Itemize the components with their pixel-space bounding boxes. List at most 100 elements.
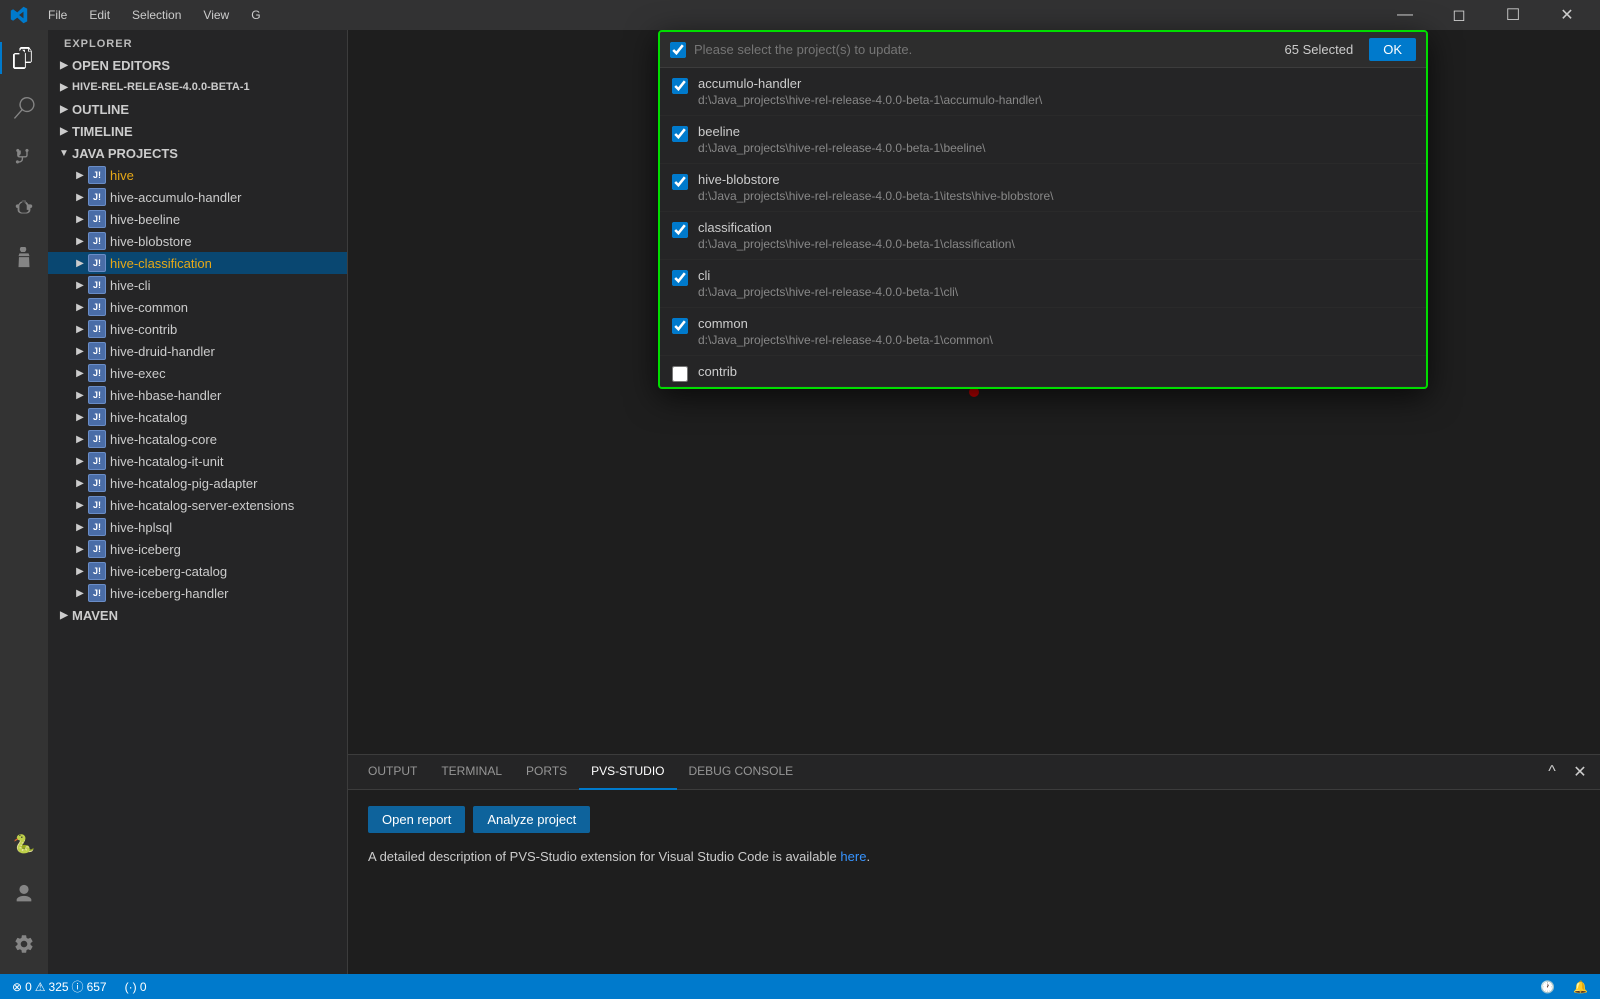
status-clock[interactable]: 🕐 bbox=[1536, 974, 1559, 999]
description-suffix: . bbox=[866, 849, 870, 864]
timeline-section[interactable]: ▶ TIMELINE bbox=[48, 120, 347, 142]
select-all-checkbox[interactable] bbox=[670, 42, 686, 58]
tab-terminal[interactable]: TERMINAL bbox=[429, 755, 514, 790]
dialog-item-classification[interactable]: classification d:\Java_projects\hive-rel… bbox=[660, 212, 1426, 260]
debug-activity-icon[interactable] bbox=[0, 184, 48, 232]
hcatalog-label: hive-hcatalog bbox=[110, 410, 339, 425]
error-icon: ⊗ bbox=[12, 980, 22, 994]
menu-edit[interactable]: Edit bbox=[81, 6, 118, 24]
open-report-button[interactable]: Open report bbox=[368, 806, 465, 833]
tab-ports[interactable]: PORTS bbox=[514, 755, 579, 790]
project-hive-hcatalog-pig-adapter[interactable]: ▶ J! hive-hcatalog-pig-adapter bbox=[48, 472, 347, 494]
project-hive[interactable]: ▶ J! hive bbox=[48, 164, 347, 186]
project-hive-exec[interactable]: ▶ J! hive-exec bbox=[48, 362, 347, 384]
status-signal[interactable]: (·) 0 bbox=[121, 974, 151, 999]
project-hive-hplsql[interactable]: ▶ J! hive-hplsql bbox=[48, 516, 347, 538]
restore-button[interactable]: ◻ bbox=[1436, 0, 1482, 30]
sidebar: EXPLORER ▶ OPEN EDITORS ▶ HIVE-REL-RELEA… bbox=[48, 30, 348, 974]
dialog-item-contrib[interactable]: contrib bbox=[660, 356, 1426, 387]
dialog-ok-button[interactable]: OK bbox=[1369, 38, 1416, 61]
beeline-checkbox[interactable] bbox=[672, 126, 688, 142]
hbase-chevron: ▶ bbox=[72, 387, 88, 403]
hcatalog-server-label: hive-hcatalog-server-extensions bbox=[110, 498, 339, 513]
maximize-button[interactable]: ☐ bbox=[1490, 0, 1536, 30]
project-hive-hcatalog[interactable]: ▶ J! hive-hcatalog bbox=[48, 406, 347, 428]
cli-dialog-name: cli bbox=[698, 268, 1414, 283]
blobstore-checkbox[interactable] bbox=[672, 174, 688, 190]
common-dialog-path: d:\Java_projects\hive-rel-release-4.0.0-… bbox=[698, 333, 1414, 347]
exec-java-icon: J! bbox=[88, 364, 106, 382]
dialog-item-blobstore[interactable]: hive-blobstore d:\Java_projects\hive-rel… bbox=[660, 164, 1426, 212]
settings-activity-icon[interactable] bbox=[0, 920, 48, 968]
menu-view[interactable]: View bbox=[195, 6, 237, 24]
editor-content: 65 Selected OK accumulo-handler d:\Java_… bbox=[348, 30, 1600, 754]
status-errors[interactable]: ⊗ 0 ⚠ 325 ⓘ 657 bbox=[8, 974, 111, 999]
tab-output[interactable]: OUTPUT bbox=[356, 755, 429, 790]
explorer-title: EXPLORER bbox=[48, 30, 347, 54]
project-hive-hcatalog-core[interactable]: ▶ J! hive-hcatalog-core bbox=[48, 428, 347, 450]
druid-java-icon: J! bbox=[88, 342, 106, 360]
contrib-checkbox[interactable] bbox=[672, 366, 688, 382]
project-hive-iceberg[interactable]: ▶ J! hive-iceberg bbox=[48, 538, 347, 560]
menu-file[interactable]: File bbox=[40, 6, 75, 24]
project-hive-iceberg-handler[interactable]: ▶ J! hive-iceberg-handler bbox=[48, 582, 347, 604]
panel-close-button[interactable]: ✕ bbox=[1568, 760, 1592, 784]
hive-rel-section[interactable]: ▶ HIVE-REL-RELEASE-4.0.0-BETA-1 bbox=[48, 76, 347, 98]
panel-maximize-button[interactable]: ^ bbox=[1540, 760, 1564, 784]
accumulo-checkbox[interactable] bbox=[672, 78, 688, 94]
project-hive-cli[interactable]: ▶ J! hive-cli bbox=[48, 274, 347, 296]
project-hive-common[interactable]: ▶ J! hive-common bbox=[48, 296, 347, 318]
project-hive-hbase-handler[interactable]: ▶ J! hive-hbase-handler bbox=[48, 384, 347, 406]
dialog-search-input[interactable] bbox=[694, 42, 1277, 57]
maven-section[interactable]: ▶ MAVEN bbox=[48, 604, 347, 626]
menu-go[interactable]: G bbox=[243, 6, 268, 24]
project-hive-iceberg-catalog[interactable]: ▶ J! hive-iceberg-catalog bbox=[48, 560, 347, 582]
project-hive-contrib[interactable]: ▶ J! hive-contrib bbox=[48, 318, 347, 340]
cli-dialog-path: d:\Java_projects\hive-rel-release-4.0.0-… bbox=[698, 285, 1414, 299]
python-activity-icon[interactable]: 🐍 bbox=[0, 820, 48, 868]
contrib-label: hive-contrib bbox=[110, 322, 339, 337]
statusbar: ⊗ 0 ⚠ 325 ⓘ 657 (·) 0 🕐 🔔 bbox=[0, 974, 1600, 999]
java-projects-section[interactable]: ▼ JAVA PROJECTS bbox=[48, 142, 347, 164]
dialog-item-cli[interactable]: cli d:\Java_projects\hive-rel-release-4.… bbox=[660, 260, 1426, 308]
dialog-item-beeline[interactable]: beeline d:\Java_projects\hive-rel-releas… bbox=[660, 116, 1426, 164]
open-editors-section[interactable]: ▶ OPEN EDITORS bbox=[48, 54, 347, 76]
analyze-project-button[interactable]: Analyze project bbox=[473, 806, 590, 833]
dialog-item-common[interactable]: common d:\Java_projects\hive-rel-release… bbox=[660, 308, 1426, 356]
hplsql-java-icon: J! bbox=[88, 518, 106, 536]
accumulo-name: accumulo-handler bbox=[698, 76, 1414, 91]
blobstore-label: hive-blobstore bbox=[110, 234, 339, 249]
project-select-dialog: 65 Selected OK accumulo-handler d:\Java_… bbox=[658, 30, 1428, 389]
tab-debug-console[interactable]: DEBUG CONSOLE bbox=[677, 755, 806, 790]
tab-pvs-studio[interactable]: PVS-STUDIO bbox=[579, 755, 676, 790]
classification-dialog-path: d:\Java_projects\hive-rel-release-4.0.0-… bbox=[698, 237, 1414, 251]
minimize-button[interactable]: — bbox=[1382, 0, 1428, 30]
editor-area: 65 Selected OK accumulo-handler d:\Java_… bbox=[348, 30, 1600, 974]
cli-checkbox[interactable] bbox=[672, 270, 688, 286]
account-activity-icon[interactable] bbox=[0, 870, 48, 918]
explorer-activity-icon[interactable] bbox=[0, 34, 48, 82]
project-hive-beeline[interactable]: ▶ J! hive-beeline bbox=[48, 208, 347, 230]
extensions-activity-icon[interactable] bbox=[0, 234, 48, 282]
project-hive-hcatalog-server[interactable]: ▶ J! hive-hcatalog-server-extensions bbox=[48, 494, 347, 516]
outline-section[interactable]: ▶ OUTLINE bbox=[48, 98, 347, 120]
project-hive-hcatalog-it-unit[interactable]: ▶ J! hive-hcatalog-it-unit bbox=[48, 450, 347, 472]
project-hive-druid-handler[interactable]: ▶ J! hive-druid-handler bbox=[48, 340, 347, 362]
here-link[interactable]: here bbox=[840, 849, 866, 864]
source-control-activity-icon[interactable] bbox=[0, 134, 48, 182]
cli-content: cli d:\Java_projects\hive-rel-release-4.… bbox=[698, 268, 1414, 299]
classification-chevron: ▶ bbox=[72, 255, 88, 271]
search-activity-icon[interactable] bbox=[0, 84, 48, 132]
cli-chevron: ▶ bbox=[72, 277, 88, 293]
common-checkbox[interactable] bbox=[672, 318, 688, 334]
classification-checkbox[interactable] bbox=[672, 222, 688, 238]
project-hive-accumulo-handler[interactable]: ▶ J! hive-accumulo-handler bbox=[48, 186, 347, 208]
dialog-item-accumulo[interactable]: accumulo-handler d:\Java_projects\hive-r… bbox=[660, 68, 1426, 116]
project-hive-blobstore[interactable]: ▶ J! hive-blobstore bbox=[48, 230, 347, 252]
panel-actions: ^ ✕ bbox=[1540, 760, 1592, 784]
warning-count: 325 bbox=[49, 980, 69, 994]
status-bell[interactable]: 🔔 bbox=[1569, 974, 1592, 999]
menu-selection[interactable]: Selection bbox=[124, 6, 189, 24]
close-button[interactable]: ✕ bbox=[1544, 0, 1590, 30]
project-hive-classification[interactable]: ▶ J! hive-classification bbox=[48, 252, 347, 274]
